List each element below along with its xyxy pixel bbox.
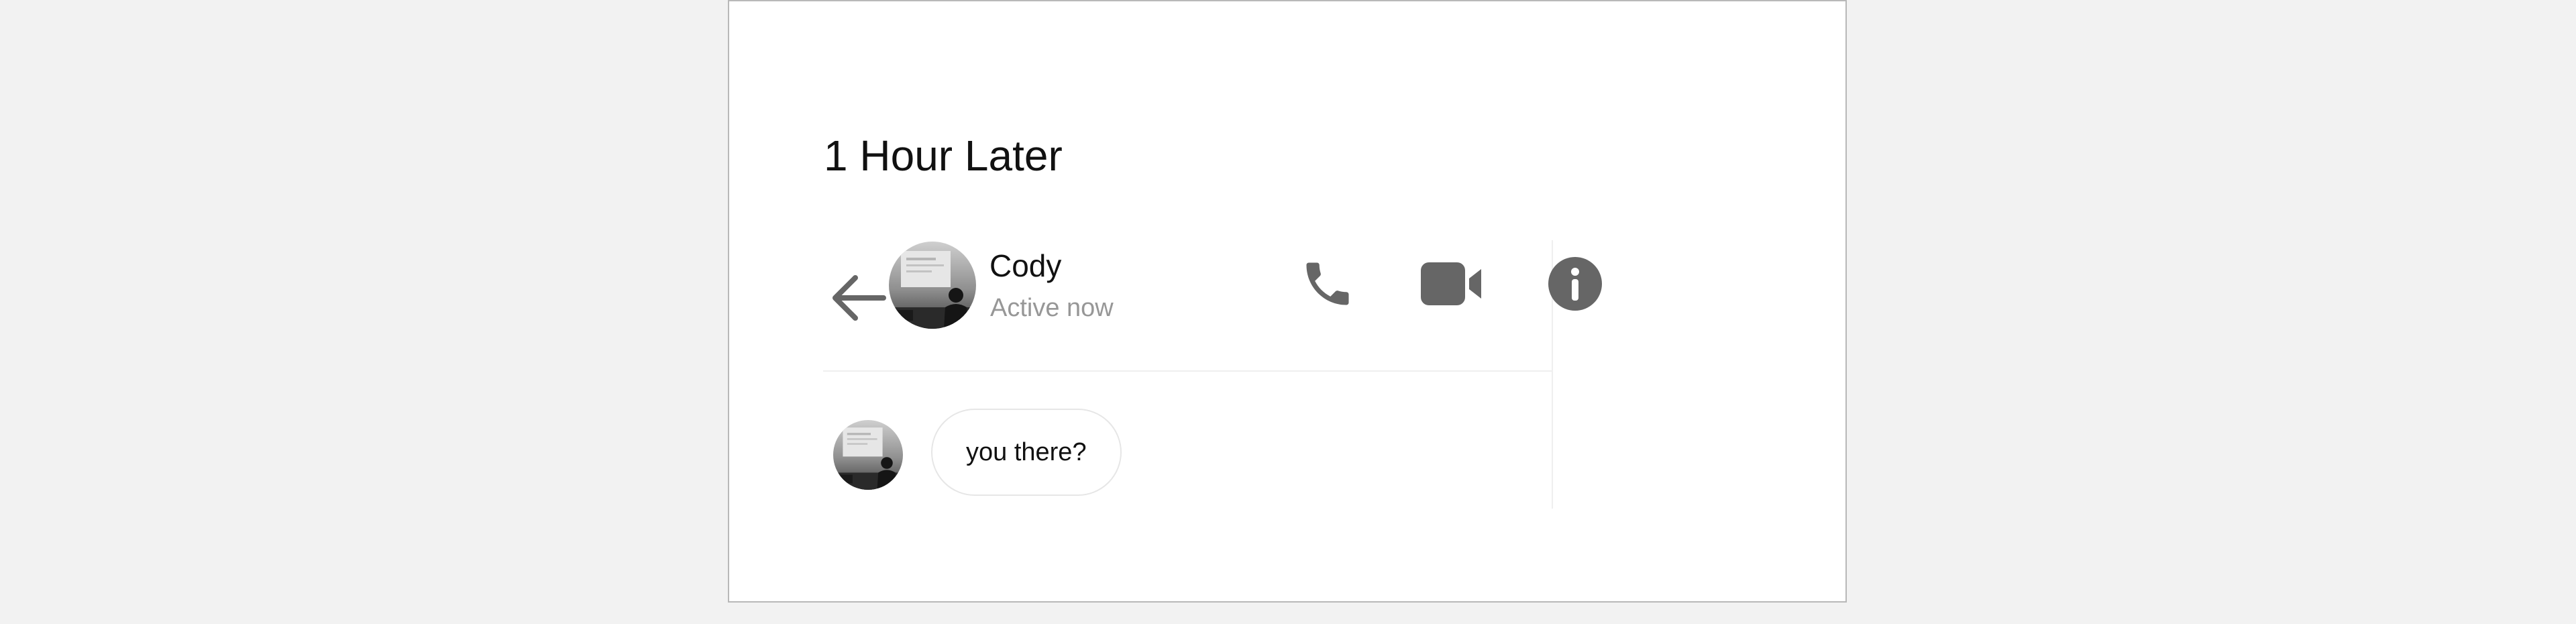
avatar[interactable]: [889, 242, 976, 329]
info-icon: [1548, 257, 1602, 311]
video-call-button[interactable]: [1417, 247, 1487, 321]
back-button[interactable]: [826, 254, 890, 342]
contact-status: Active now: [990, 294, 1114, 322]
info-button[interactable]: [1540, 247, 1610, 321]
contact-name: Cody: [989, 248, 1062, 283]
chat-window: Cody Active now you there?: [823, 240, 1602, 509]
message-row: you there?: [823, 409, 1548, 514]
message-avatar[interactable]: [833, 420, 903, 490]
scene-title: 1 Hour Later: [824, 132, 1063, 180]
message-bubble[interactable]: you there?: [931, 409, 1122, 496]
phone-icon: [1306, 262, 1349, 305]
video-camera-icon: [1421, 262, 1481, 305]
call-button[interactable]: [1293, 247, 1362, 321]
story-card: 1 Hour Later Cody Active now you there?: [728, 0, 1847, 603]
chat-header: Cody Active now: [823, 240, 1602, 372]
back-arrow-icon: [833, 275, 886, 321]
